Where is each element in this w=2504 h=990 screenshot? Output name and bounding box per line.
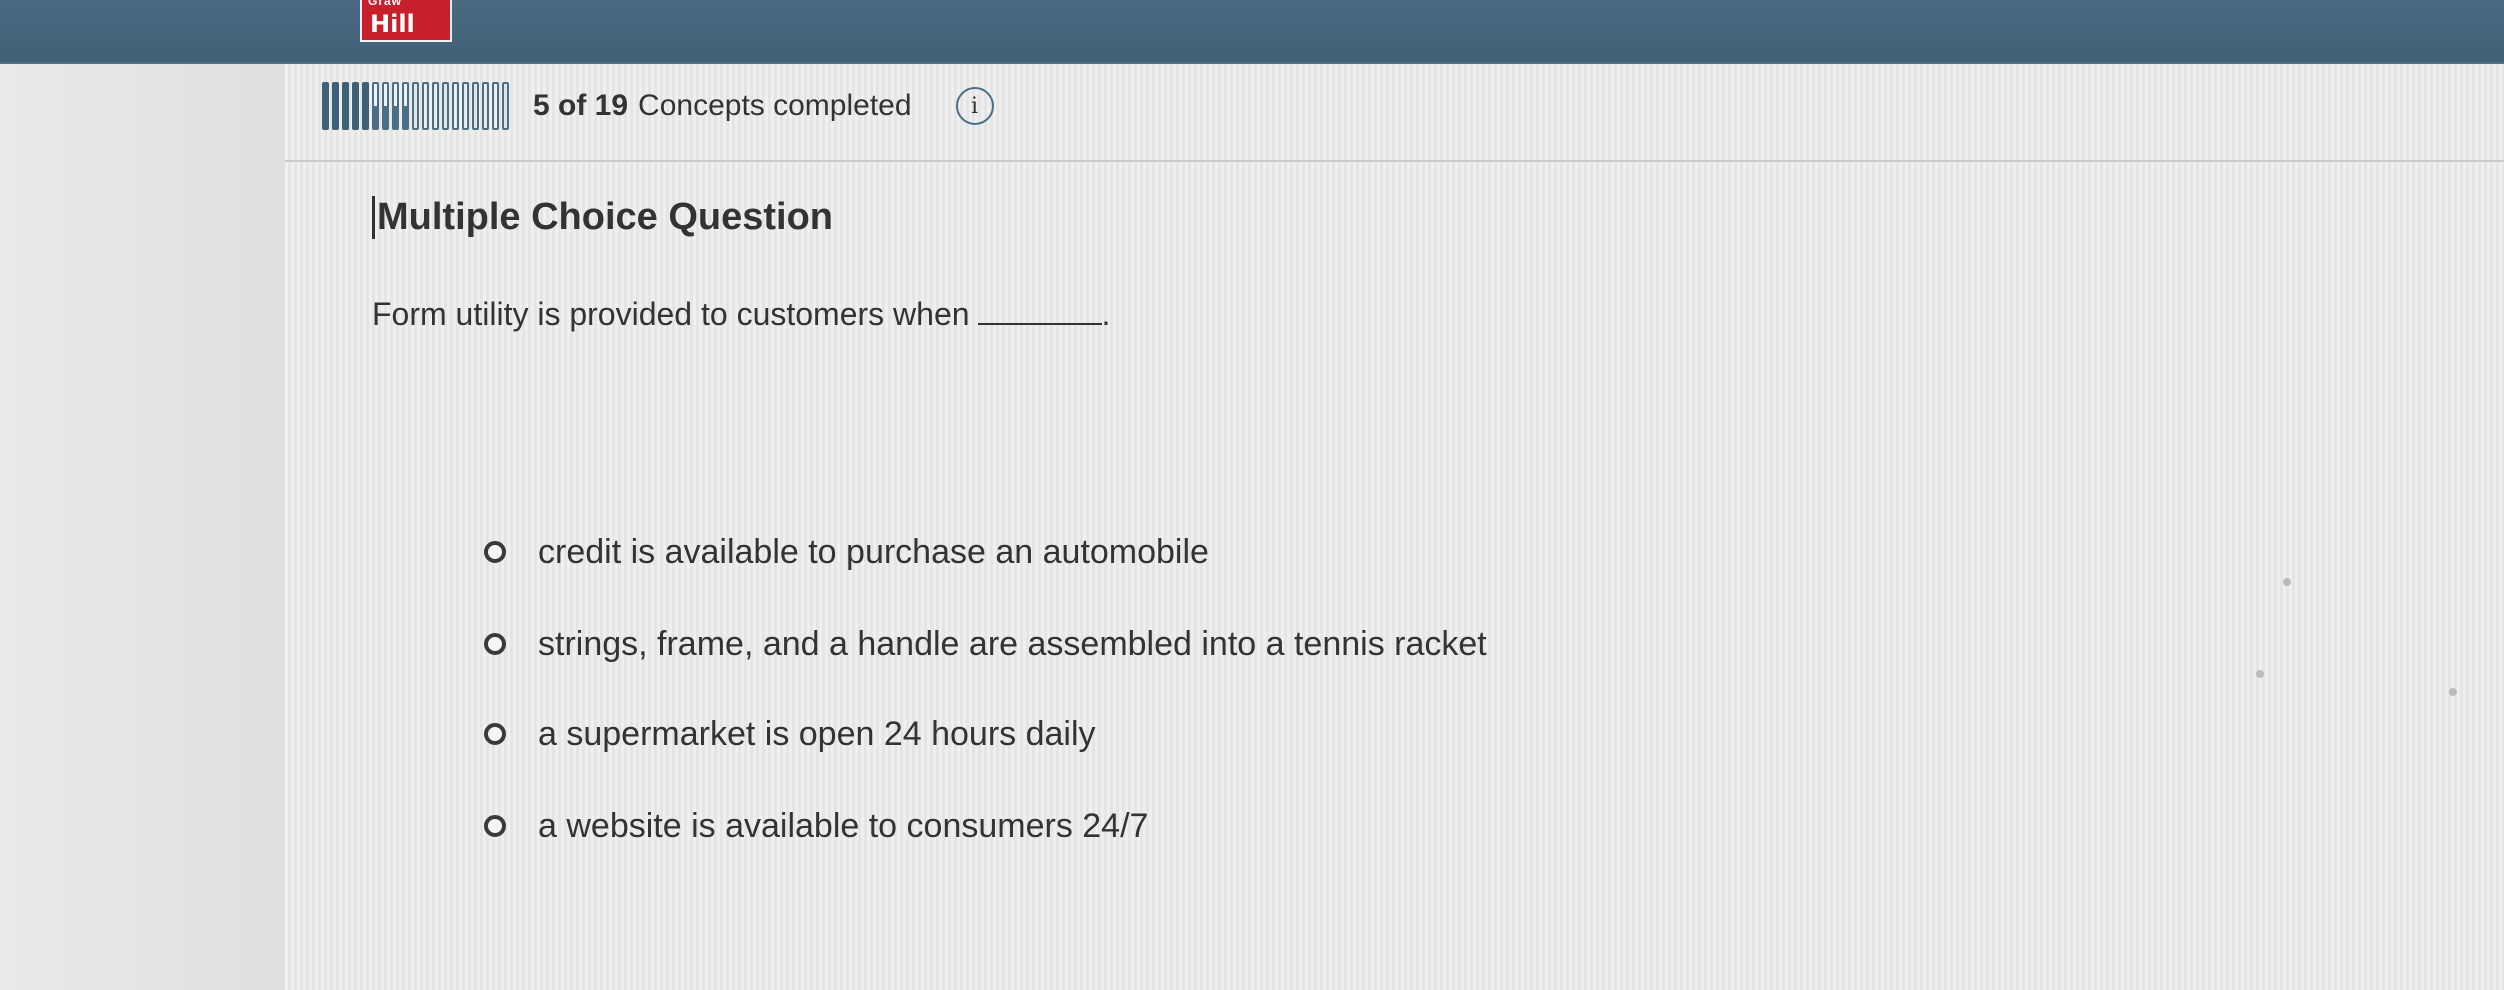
info-icon[interactable]: i (955, 87, 994, 125)
screen-speck (2449, 688, 2457, 696)
screen-speck (2283, 578, 2291, 586)
screen-speck (2256, 670, 2264, 678)
answer-option-2[interactable]: strings, frame, and a handle are assembl… (484, 614, 1487, 674)
progress-segment (492, 82, 499, 130)
radio-button[interactable] (484, 541, 506, 563)
question-type-heading: Multiple Choice Question (372, 196, 833, 239)
progress-row: 5 of 19 Concepts completed i (322, 78, 994, 134)
progress-segment (392, 82, 399, 130)
question-prompt: Form utility is provided to customers wh… (372, 296, 1110, 333)
left-gutter (0, 64, 285, 990)
header-divider (285, 160, 2504, 162)
mcgraw-hill-logo[interactable]: Graw Hill (360, 0, 452, 42)
answer-option-3[interactable]: a supermarket is open 24 hours daily (484, 704, 1487, 764)
progress-segment (352, 82, 359, 130)
answer-option-label[interactable]: strings, frame, and a handle are assembl… (538, 625, 1487, 664)
answer-option-1[interactable]: credit is available to purchase an autom… (484, 522, 1487, 582)
progress-segment (382, 82, 389, 130)
answer-option-label[interactable]: a supermarket is open 24 hours daily (538, 715, 1096, 754)
answer-option-label[interactable]: credit is available to purchase an autom… (538, 533, 1209, 572)
top-bar: Graw Hill (0, 0, 2504, 64)
concept-progress-bar (322, 82, 509, 130)
progress-count: 5 of 19 (533, 89, 629, 122)
progress-segment (342, 82, 349, 130)
progress-segment (452, 82, 459, 130)
progress-segment (432, 82, 439, 130)
question-prompt-text: Form utility is provided to customers wh… (372, 296, 970, 332)
progress-segment (402, 82, 409, 130)
progress-suffix: Concepts completed (638, 89, 912, 122)
progress-segment (442, 82, 449, 130)
progress-segment (322, 82, 329, 130)
progress-segment (472, 82, 479, 130)
progress-segment (422, 82, 429, 130)
radio-button[interactable] (484, 815, 506, 837)
answer-option-label[interactable]: a website is available to consumers 24/7 (538, 807, 1148, 846)
progress-segment (372, 82, 379, 130)
logo-text: Hill (370, 10, 415, 38)
answer-option-4[interactable]: a website is available to consumers 24/7 (484, 796, 1487, 856)
logo-top-text: Graw (368, 0, 403, 8)
radio-button[interactable] (484, 723, 506, 745)
progress-segment (462, 82, 469, 130)
progress-segment (362, 82, 369, 130)
progress-segment (332, 82, 339, 130)
prompt-period: . (1101, 296, 1111, 332)
progress-segment (412, 82, 419, 130)
answer-blank (977, 299, 1102, 325)
radio-button[interactable] (484, 633, 506, 655)
progress-text: 5 of 19 Concepts completed (533, 89, 912, 123)
answer-options: credit is available to purchase an autom… (484, 522, 1487, 888)
progress-segment (502, 82, 509, 130)
progress-segment (482, 82, 489, 130)
